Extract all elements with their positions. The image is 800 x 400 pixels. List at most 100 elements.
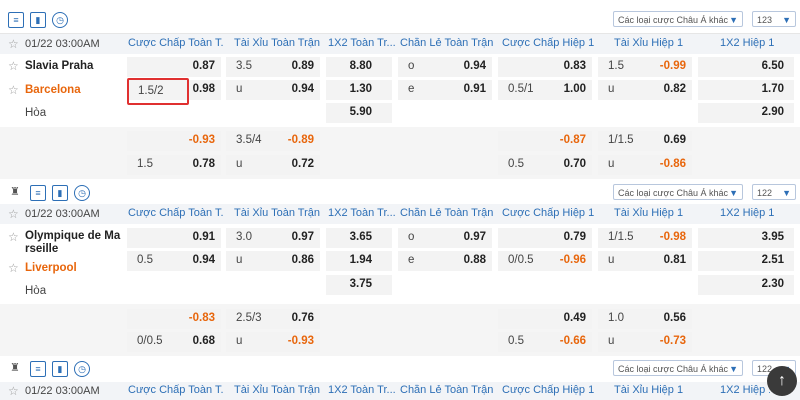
column-header-row: ☆ 01/22 03:00AM Cược Chấp Toàn T... Tài …	[0, 382, 800, 400]
chevron-down-icon: ▼	[782, 15, 791, 25]
odds-cell[interactable]: 2.51	[698, 251, 794, 271]
odds-cell[interactable]: u -0.86	[598, 155, 692, 175]
chart-icon[interactable]: ▮	[30, 12, 46, 28]
col-h1-over-under: Tài Xỉu Hiệp 1	[614, 207, 684, 219]
odds-cell[interactable]: 2.30	[698, 275, 794, 295]
column-header-row: ☆ 01/22 03:00AM Cược Chấp Toàn T... Tài …	[0, 204, 800, 224]
odds-cell[interactable]: 1/1.5 0.69	[598, 131, 692, 151]
home-team: Slavia Praha	[25, 60, 94, 72]
market-select[interactable]: Các loại cược Châu Á khác ▼	[613, 184, 743, 200]
odds-cell[interactable]: -0.93	[127, 131, 221, 151]
odds-cell[interactable]: e 0.88	[398, 251, 492, 271]
chevron-down-icon: ▼	[782, 188, 791, 198]
odds-cell[interactable]: 1.70	[698, 80, 794, 100]
odds-cell[interactable]: 3.95	[698, 228, 794, 248]
odds-cell[interactable]: 1.30	[326, 80, 392, 100]
odds-cell[interactable]: u 0.72	[226, 155, 320, 175]
odds-cell[interactable]: 0.5 0.70	[498, 155, 592, 175]
odds-cell[interactable]: 1/1.5 -0.98	[598, 228, 692, 248]
bell-icon[interactable]: ♜	[8, 361, 22, 375]
list-icon[interactable]: ≡	[30, 361, 46, 377]
odds-cell[interactable]: 1.5 -0.99	[598, 57, 692, 77]
col-handicap: Cược Chấp Toàn T...	[128, 384, 224, 396]
bell-icon[interactable]: ♜	[8, 185, 22, 199]
odds-cell[interactable]: 8.80	[326, 57, 392, 77]
col-h1-1x2: 1X2 Hiệp 1	[720, 207, 775, 219]
list-icon[interactable]: ≡	[30, 185, 46, 201]
odds-cell[interactable]: u -0.93	[226, 332, 320, 352]
odds-cell[interactable]: 3.65	[326, 228, 392, 248]
star-icon[interactable]: ☆	[8, 37, 19, 51]
odds-cell[interactable]: 0.87	[127, 57, 221, 77]
odds-cell[interactable]: 2.5/3 0.76	[226, 309, 320, 329]
chart-icon[interactable]: ▮	[52, 361, 68, 377]
odds-cell[interactable]: 6.50	[698, 57, 794, 77]
col-1x2: 1X2 Toàn Tr...	[328, 37, 396, 49]
odds-cell[interactable]: u 0.86	[226, 251, 320, 271]
clock-icon[interactable]: ◷	[74, 361, 90, 377]
odds-cell[interactable]: 0/0.5 0.68	[127, 332, 221, 352]
chevron-down-icon: ▼	[729, 188, 738, 198]
odds-cell[interactable]: 0.5 -0.66	[498, 332, 592, 352]
clock-icon[interactable]: ◷	[52, 12, 68, 28]
odds-cell[interactable]: 0.49	[498, 309, 592, 329]
scroll-top-icon: ↑	[778, 372, 786, 389]
draw-label: Hòa	[25, 285, 47, 297]
odds-cell[interactable]: 1.0 0.56	[598, 309, 692, 329]
odds-cell[interactable]: u 0.82	[598, 80, 692, 100]
odds-cell[interactable]: 3.0 0.97	[226, 228, 320, 248]
chevron-down-icon: ▼	[729, 15, 738, 25]
star-icon[interactable]: ☆	[8, 207, 19, 221]
odds-cell[interactable]: 0/0.5 -0.96	[498, 251, 592, 271]
odds-cell[interactable]: u 0.81	[598, 251, 692, 271]
match-toolbar: ≡ ▮ ◷ Các loại cược Châu Á khác ▼ 123 ▼	[0, 7, 800, 34]
clock-icon[interactable]: ◷	[74, 185, 90, 201]
odds-cell[interactable]: 0.5/1 1.00	[498, 80, 592, 100]
col-h1-handicap: Cược Chấp Hiệp 1	[502, 384, 595, 396]
odds-cell[interactable]: 0.91	[127, 228, 221, 248]
chart-icon[interactable]: ▮	[52, 185, 68, 201]
odds-cell[interactable]: 0.5 0.94	[127, 251, 221, 271]
odds-cell[interactable]: 0.83	[498, 57, 592, 77]
away-team: Barcelona	[25, 84, 81, 96]
home-team: Olympique de Ma	[25, 230, 121, 242]
odds-cell[interactable]: o 0.97	[398, 228, 492, 248]
market-count-select[interactable]: 122▼	[752, 184, 796, 200]
odds-cell[interactable]: 0.79	[498, 228, 592, 248]
star-icon[interactable]: ☆	[8, 384, 19, 398]
col-h1-over-under: Tài Xỉu Hiệp 1	[614, 37, 684, 49]
highlighted-handicap-line[interactable]: 1.5/2	[127, 78, 189, 105]
odds-cell[interactable]: o 0.94	[398, 57, 492, 77]
odds-cell[interactable]: u 0.94	[226, 80, 320, 100]
col-h1-1x2: 1X2 Hiệp 1	[720, 37, 775, 49]
scroll-top-button[interactable]: ↑	[767, 366, 797, 396]
home-team-cont: rseille	[25, 243, 59, 255]
odds-cell[interactable]: 5.90	[326, 103, 392, 123]
col-over-under: Tài Xỉu Toàn Trận	[234, 384, 321, 396]
odds-cell[interactable]: 2.90	[698, 103, 794, 123]
match-toolbar: ♜ ≡ ▮ ◷ Các loại cược Châu Á khác▼ 122▼	[0, 356, 800, 383]
odds-cell[interactable]: u -0.73	[598, 332, 692, 352]
market-count-select[interactable]: 123 ▼	[752, 11, 796, 27]
odds-cell[interactable]: -0.87	[498, 131, 592, 151]
star-icon[interactable]: ☆	[8, 83, 19, 97]
odds-cell[interactable]: 1.5 0.78	[127, 155, 221, 175]
draw-label: Hòa	[25, 107, 47, 119]
col-1x2: 1X2 Toàn Tr...	[328, 384, 396, 396]
col-h1-over-under: Tài Xỉu Hiệp 1	[614, 384, 684, 396]
col-odd-even: Chẵn Lẻ Toàn Trận	[400, 37, 494, 49]
away-team: Liverpool	[25, 262, 77, 274]
odds-cell[interactable]: 3.5 0.89	[226, 57, 320, 77]
odds-cell[interactable]: -0.83	[127, 309, 221, 329]
star-icon[interactable]: ☆	[8, 261, 19, 275]
star-icon[interactable]: ☆	[8, 230, 19, 244]
market-select[interactable]: Các loại cược Châu Á khác ▼	[613, 11, 743, 27]
odds-cell[interactable]: e 0.91	[398, 80, 492, 100]
odds-cell[interactable]: 1.94	[326, 251, 392, 271]
odds-cell[interactable]: 3.75	[326, 275, 392, 295]
list-icon[interactable]: ≡	[8, 12, 24, 28]
market-select[interactable]: Các loại cược Châu Á khác ▼	[613, 360, 743, 376]
odds-cell[interactable]: 3.5/4 -0.89	[226, 131, 320, 151]
star-icon[interactable]: ☆	[8, 59, 19, 73]
col-over-under: Tài Xỉu Toàn Trận	[234, 207, 321, 219]
